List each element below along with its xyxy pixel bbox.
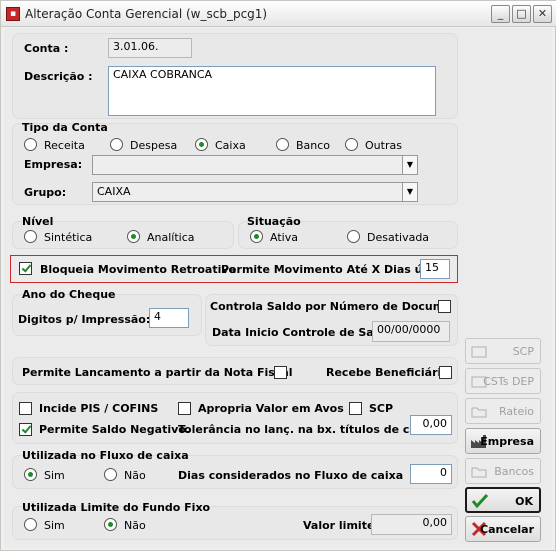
saldo-negativo-checkbox[interactable] (19, 423, 32, 436)
scp-button[interactable]: SCP (465, 338, 541, 364)
radio-receita[interactable] (24, 138, 37, 151)
radio-caixa[interactable] (195, 138, 208, 151)
radio-limite-sim-label: Sim (44, 519, 65, 532)
close-button[interactable]: ✕ (533, 5, 552, 23)
radio-fluxo-nao-label: Não (124, 469, 146, 482)
apropria-avos-label: Apropria Valor em Avos (198, 402, 344, 415)
lancamento-nota-label: Permite Lancamento a partir da Nota Fisc… (22, 366, 293, 379)
window-title: Alteração Conta Gerencial (w_scb_pcg1) (25, 7, 268, 21)
descricao-field[interactable]: CAIXA COBRANCA (108, 66, 436, 116)
radio-limite-sim[interactable] (24, 518, 37, 531)
radio-ativa[interactable] (250, 230, 263, 243)
fluxo-label: Utilizada no Fluxo de caixa (22, 449, 189, 462)
app-icon: ▪ (6, 7, 20, 21)
radio-sintetica[interactable] (24, 230, 37, 243)
tolerancia-label: Tolerância no lanç. na bx. títulos de ca… (178, 423, 447, 436)
radio-fluxo-nao[interactable] (104, 468, 117, 481)
chevron-down-icon[interactable]: ▼ (402, 155, 418, 175)
main-window: ▪ Alteração Conta Gerencial (w_scb_pcg1)… (0, 0, 556, 551)
bancos-button[interactable]: Bancos (465, 458, 541, 484)
apropria-avos-checkbox[interactable] (178, 402, 191, 415)
situacao-label: Situação (247, 215, 301, 228)
digitos-label: Digitos p/ Impressão: (18, 313, 151, 326)
radio-fluxo-sim[interactable] (24, 468, 37, 481)
ok-button[interactable]: OK (465, 487, 541, 513)
beneficiario-checkbox[interactable] (439, 366, 452, 379)
pis-cofins-label: Incide PIS / COFINS (39, 402, 159, 415)
maximize-button[interactable]: □ (512, 5, 531, 23)
csts-dep-button[interactable]: CSTs DEP (465, 368, 541, 394)
radio-banco[interactable] (276, 138, 289, 151)
limite-label: Utilizada Limite do Fundo Fixo (22, 501, 211, 514)
radio-desativada-label: Desativada (367, 231, 430, 244)
empresa-button[interactable]: Empresa (465, 428, 541, 454)
radio-analitica-label: Analítica (147, 231, 195, 244)
cancelar-button[interactable]: Cancelar (465, 516, 541, 542)
digitos-field[interactable]: 4 (149, 308, 189, 328)
radio-receita-label: Receita (44, 139, 85, 152)
cheque-label: Ano do Cheque (22, 288, 116, 301)
descricao-label: Descrição : (24, 70, 93, 83)
radio-outras-label: Outras (365, 139, 402, 152)
radio-despesa-label: Despesa (130, 139, 178, 152)
scp-icon (470, 343, 488, 359)
data-inicio-field[interactable]: 00/00/0000 (372, 321, 450, 342)
dias-fluxo-label: Dias considerados no Fluxo de caixa (178, 469, 404, 482)
scp-label: SCP (369, 402, 394, 415)
checkmark-icon (471, 493, 489, 509)
tipo-label: Tipo da Conta (22, 121, 108, 134)
chevron-down-icon[interactable]: ▼ (402, 182, 418, 202)
bloqueia-label: Bloqueia Movimento Retroativo (40, 263, 237, 276)
radio-analitica[interactable] (127, 230, 140, 243)
radio-caixa-label: Caixa (215, 139, 246, 152)
valor-limite-field[interactable]: 0,00 (371, 514, 452, 535)
title-bar: ▪ Alteração Conta Gerencial (w_scb_pcg1)… (1, 1, 556, 27)
impostos-panel (12, 392, 458, 444)
dias-fluxo-field[interactable]: 0 (410, 464, 452, 484)
radio-limite-nao[interactable] (104, 518, 117, 531)
minimize-button[interactable]: _ (491, 5, 510, 23)
data-inicio-label: Data Inicio Controle de Saldo (212, 326, 393, 339)
radio-despesa[interactable] (110, 138, 123, 151)
controla-saldo-checkbox[interactable] (438, 300, 451, 313)
folder-icon (470, 463, 488, 479)
radio-ativa-label: Ativa (270, 231, 298, 244)
radio-fluxo-sim-label: Sim (44, 469, 65, 482)
radio-limite-nao-label: Não (124, 519, 146, 532)
empresa-select[interactable]: ▼ (92, 155, 418, 175)
dialog-body: Conta : 3.01.06. Descrição : CAIXA COBRA… (4, 28, 552, 548)
scp-checkbox[interactable] (349, 402, 362, 415)
grupo-value: CAIXA (97, 185, 131, 198)
beneficiario-label: Recebe Beneficiário (326, 366, 449, 379)
controla-saldo-label: Controla Saldo por Número de Docum. (210, 300, 449, 313)
dias-uteis-field[interactable]: 15 (420, 259, 450, 279)
lancamento-nota-checkbox[interactable] (274, 366, 287, 379)
valor-limite-label: Valor limite: (303, 519, 379, 532)
pis-cofins-checkbox[interactable] (19, 402, 32, 415)
conta-field[interactable]: 3.01.06. (108, 38, 192, 58)
grupo-label: Grupo: (24, 186, 67, 199)
empresa-label: Empresa: (24, 158, 83, 171)
radio-banco-label: Banco (296, 139, 331, 152)
grupo-select[interactable]: CAIXA ▼ (92, 182, 418, 202)
radio-desativada[interactable] (347, 230, 360, 243)
saldo-negativo-label: Permite Saldo Negativo. (39, 423, 191, 436)
tolerancia-field[interactable]: 0,00 (410, 415, 452, 435)
folder-icon (470, 403, 488, 419)
nivel-label: Nível (22, 215, 54, 228)
dias-uteis-label: Permite Movimento Até X Dias úteis (221, 263, 446, 276)
rateio-button[interactable]: Rateio (465, 398, 541, 424)
bloqueia-checkbox[interactable] (19, 262, 32, 275)
conta-label: Conta : (24, 42, 69, 55)
radio-outras[interactable] (345, 138, 358, 151)
radio-sintetica-label: Sintética (44, 231, 93, 244)
